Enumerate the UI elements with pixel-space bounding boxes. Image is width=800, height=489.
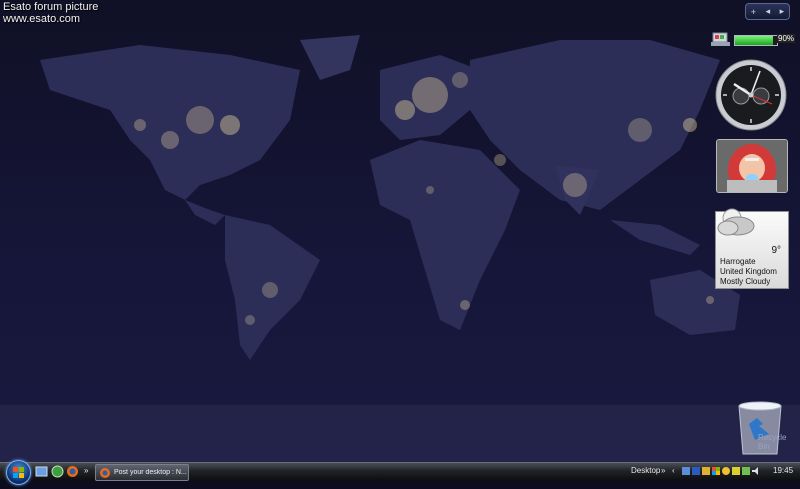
sidebar-next-button[interactable]: ▸ xyxy=(780,6,785,17)
sidebar-controls: + ◂ ▸ xyxy=(745,3,790,20)
sidebar-add-button[interactable]: + xyxy=(751,7,756,17)
volume-tray-icon[interactable] xyxy=(752,467,760,475)
taskbar-button-label: Post your desktop : N... xyxy=(114,469,187,476)
battery-meter xyxy=(734,35,778,46)
baby-photo xyxy=(717,140,787,192)
watermark-url: www.esato.com xyxy=(3,13,81,25)
firefox-icon xyxy=(100,467,110,478)
weather-gadget[interactable]: 9° Harrogate United Kingdom Mostly Cloud… xyxy=(715,208,789,289)
battery-gadget[interactable]: 90% xyxy=(710,30,796,50)
power-tray-icon[interactable] xyxy=(742,467,750,475)
watermark-title: Esato forum picture xyxy=(3,1,99,13)
taskbar-clock[interactable]: 19:45 xyxy=(773,466,793,475)
start-button[interactable] xyxy=(6,460,31,485)
battery-percent: 90% xyxy=(777,34,796,43)
desktop-toolbar-label[interactable]: Desktop xyxy=(631,466,660,475)
taskbar-button-firefox[interactable]: Post your desktop : N... xyxy=(95,464,189,481)
sidebar-prev-button[interactable]: ◂ xyxy=(766,6,771,17)
weather-condition: Mostly Cloudy xyxy=(720,277,771,286)
weather-country: United Kingdom xyxy=(720,267,777,276)
desktop-toolbar-more-button[interactable]: » xyxy=(661,466,665,475)
network-tray-icon[interactable] xyxy=(682,467,690,475)
show-desktop-icon[interactable] xyxy=(35,465,48,478)
cloudy-weather-icon xyxy=(717,208,755,236)
taskbar: » Post your desktop : N... Desktop » ‹ 1… xyxy=(0,460,800,485)
internet-explorer-icon[interactable] xyxy=(51,465,64,478)
security-tray-icon[interactable] xyxy=(702,467,710,475)
analog-clock-gadget[interactable] xyxy=(714,58,788,132)
messenger-tray-icon[interactable] xyxy=(722,467,730,475)
slideshow-gadget[interactable] xyxy=(716,139,788,193)
tray-expand-button[interactable]: ‹ xyxy=(672,466,675,475)
weather-temperature: 9° xyxy=(771,245,781,256)
world-night-map xyxy=(0,35,800,462)
firefox-icon[interactable] xyxy=(66,465,79,478)
recycle-bin-label: Recycle Bin xyxy=(758,433,787,451)
desktop-wallpaper: Esato forum picture www.esato.com + ◂ ▸ … xyxy=(0,0,800,462)
laptop-battery-icon xyxy=(711,32,730,46)
weather-city: Harrogate xyxy=(720,257,756,266)
windows-logo-icon xyxy=(13,467,24,478)
bluetooth-tray-icon[interactable] xyxy=(692,467,700,475)
antivirus-tray-icon[interactable] xyxy=(732,467,740,475)
quick-launch-more-button[interactable]: » xyxy=(84,466,88,475)
windows-flag-tray-icon[interactable] xyxy=(712,467,720,475)
